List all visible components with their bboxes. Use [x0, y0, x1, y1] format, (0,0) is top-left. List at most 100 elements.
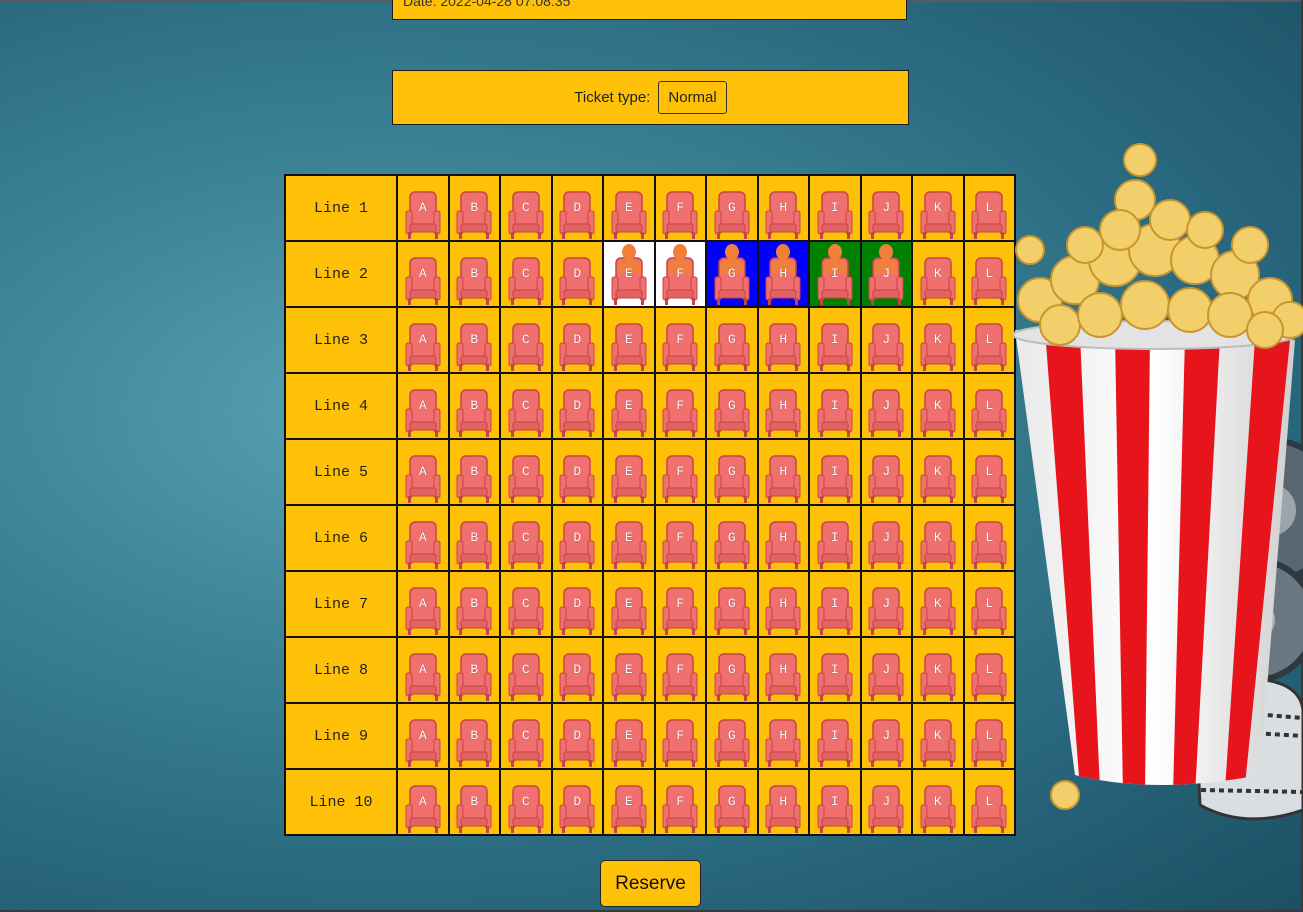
seat-9-k[interactable]: K [911, 702, 965, 770]
seat-4-f[interactable]: F [653, 372, 707, 440]
seat-10-f[interactable]: F [653, 768, 707, 836]
seat-1-c[interactable]: C [499, 174, 553, 242]
seat-7-h[interactable]: H [756, 570, 810, 638]
seat-6-f[interactable]: F [653, 504, 707, 572]
seat-6-h[interactable]: H [756, 504, 810, 572]
seat-7-k[interactable]: K [911, 570, 965, 638]
seat-10-e[interactable]: E [602, 768, 656, 836]
seat-2-e[interactable]: E [602, 240, 656, 308]
seat-2-a[interactable]: A [396, 240, 450, 308]
seat-3-f[interactable]: F [653, 306, 707, 374]
seat-3-c[interactable]: C [499, 306, 553, 374]
seat-7-f[interactable]: F [653, 570, 707, 638]
seat-2-b[interactable]: B [447, 240, 501, 308]
seat-8-d[interactable]: D [550, 636, 604, 704]
seat-6-c[interactable]: C [499, 504, 553, 572]
seat-2-h[interactable]: H [756, 240, 810, 308]
seat-3-h[interactable]: H [756, 306, 810, 374]
seat-6-e[interactable]: E [602, 504, 656, 572]
seat-10-b[interactable]: B [447, 768, 501, 836]
seat-9-b[interactable]: B [447, 702, 501, 770]
seat-4-j[interactable]: J [859, 372, 913, 440]
seat-2-k[interactable]: K [911, 240, 965, 308]
seat-8-e[interactable]: E [602, 636, 656, 704]
seat-9-j[interactable]: J [859, 702, 913, 770]
seat-2-d[interactable]: D [550, 240, 604, 308]
seat-1-b[interactable]: B [447, 174, 501, 242]
seat-3-e[interactable]: E [602, 306, 656, 374]
seat-4-h[interactable]: H [756, 372, 810, 440]
seat-8-f[interactable]: F [653, 636, 707, 704]
seat-6-k[interactable]: K [911, 504, 965, 572]
seat-6-j[interactable]: J [859, 504, 913, 572]
seat-9-h[interactable]: H [756, 702, 810, 770]
seat-3-i[interactable]: I [808, 306, 862, 374]
seat-4-e[interactable]: E [602, 372, 656, 440]
seat-1-f[interactable]: F [653, 174, 707, 242]
seat-9-i[interactable]: I [808, 702, 862, 770]
seat-5-a[interactable]: A [396, 438, 450, 506]
seat-7-a[interactable]: A [396, 570, 450, 638]
seat-10-d[interactable]: D [550, 768, 604, 836]
seat-5-j[interactable]: J [859, 438, 913, 506]
seat-8-i[interactable]: I [808, 636, 862, 704]
seat-4-c[interactable]: C [499, 372, 553, 440]
seat-9-e[interactable]: E [602, 702, 656, 770]
seat-7-j[interactable]: J [859, 570, 913, 638]
seat-10-g[interactable]: G [705, 768, 759, 836]
seat-6-i[interactable]: I [808, 504, 862, 572]
seat-1-h[interactable]: H [756, 174, 810, 242]
seat-5-k[interactable]: K [911, 438, 965, 506]
seat-3-b[interactable]: B [447, 306, 501, 374]
seat-4-a[interactable]: A [396, 372, 450, 440]
seat-9-f[interactable]: F [653, 702, 707, 770]
seat-7-d[interactable]: D [550, 570, 604, 638]
seat-1-i[interactable]: I [808, 174, 862, 242]
seat-1-a[interactable]: A [396, 174, 450, 242]
seat-7-c[interactable]: C [499, 570, 553, 638]
seat-3-j[interactable]: J [859, 306, 913, 374]
seat-4-i[interactable]: I [808, 372, 862, 440]
seat-8-h[interactable]: H [756, 636, 810, 704]
ticket-type-select[interactable]: Normal [658, 81, 727, 114]
seat-8-j[interactable]: J [859, 636, 913, 704]
seat-1-k[interactable]: K [911, 174, 965, 242]
seat-6-g[interactable]: G [705, 504, 759, 572]
seat-2-c[interactable]: C [499, 240, 553, 308]
seat-5-h[interactable]: H [756, 438, 810, 506]
seat-8-a[interactable]: A [396, 636, 450, 704]
seat-4-d[interactable]: D [550, 372, 604, 440]
seat-2-i[interactable]: I [808, 240, 862, 308]
seat-5-f[interactable]: F [653, 438, 707, 506]
seat-7-b[interactable]: B [447, 570, 501, 638]
seat-4-g[interactable]: G [705, 372, 759, 440]
seat-5-b[interactable]: B [447, 438, 501, 506]
seat-9-d[interactable]: D [550, 702, 604, 770]
seat-3-d[interactable]: D [550, 306, 604, 374]
seat-7-g[interactable]: G [705, 570, 759, 638]
seat-2-j[interactable]: J [859, 240, 913, 308]
seat-5-c[interactable]: C [499, 438, 553, 506]
seat-5-g[interactable]: G [705, 438, 759, 506]
seat-2-f[interactable]: F [653, 240, 707, 308]
seat-5-d[interactable]: D [550, 438, 604, 506]
seat-1-d[interactable]: D [550, 174, 604, 242]
seat-1-g[interactable]: G [705, 174, 759, 242]
reserve-button[interactable]: Reserve [600, 860, 701, 907]
seat-7-e[interactable]: E [602, 570, 656, 638]
seat-6-d[interactable]: D [550, 504, 604, 572]
seat-8-k[interactable]: K [911, 636, 965, 704]
seat-3-a[interactable]: A [396, 306, 450, 374]
seat-10-a[interactable]: A [396, 768, 450, 836]
seat-4-b[interactable]: B [447, 372, 501, 440]
seat-10-c[interactable]: C [499, 768, 553, 836]
seat-3-k[interactable]: K [911, 306, 965, 374]
seat-10-j[interactable]: J [859, 768, 913, 836]
seat-10-i[interactable]: I [808, 768, 862, 836]
seat-5-i[interactable]: I [808, 438, 862, 506]
seat-6-b[interactable]: B [447, 504, 501, 572]
seat-8-b[interactable]: B [447, 636, 501, 704]
seat-1-j[interactable]: J [859, 174, 913, 242]
seat-6-a[interactable]: A [396, 504, 450, 572]
seat-10-k[interactable]: K [911, 768, 965, 836]
